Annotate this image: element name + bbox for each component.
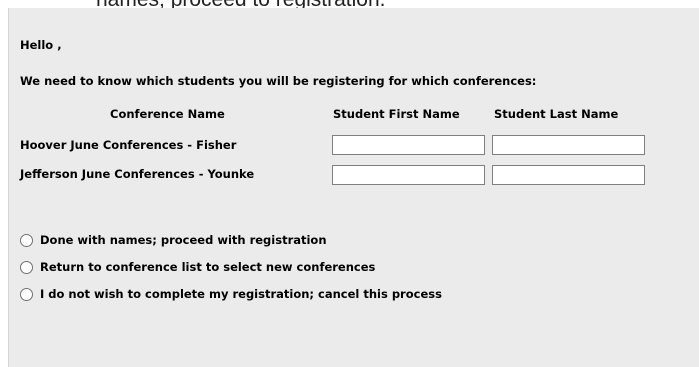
student-last-name-input-hoover[interactable]: [492, 135, 645, 155]
greeting: Hello ,: [20, 38, 62, 52]
option-label: I do not wish to complete my registratio…: [40, 287, 442, 301]
header-student-last-name: Student Last Name: [494, 107, 619, 121]
header-student-first-name: Student First Name: [333, 107, 460, 121]
option-label: Done with names; proceed with registrati…: [40, 233, 327, 247]
radio-button[interactable]: [20, 233, 33, 247]
student-last-name-input-jefferson[interactable]: [492, 165, 645, 185]
option-label: Return to conference list to select new …: [40, 260, 376, 274]
conference-name-hoover: Hoover June Conferences - Fisher: [20, 138, 237, 152]
option-done-with-names[interactable]: Done with names; proceed with registrati…: [20, 233, 327, 247]
header-conference-name: Conference Name: [110, 107, 225, 121]
student-first-name-input-hoover[interactable]: [332, 135, 485, 155]
student-first-name-input-jefferson[interactable]: [332, 165, 485, 185]
intro-text: We need to know which students you will …: [20, 74, 537, 88]
registration-panel: [8, 8, 699, 367]
conference-name-jefferson: Jefferson June Conferences - Younke: [20, 167, 255, 181]
radio-button[interactable]: [20, 287, 33, 301]
option-cancel-registration[interactable]: I do not wish to complete my registratio…: [20, 287, 442, 301]
option-return-to-conference-list[interactable]: Return to conference list to select new …: [20, 260, 375, 274]
radio-button[interactable]: [20, 260, 33, 274]
